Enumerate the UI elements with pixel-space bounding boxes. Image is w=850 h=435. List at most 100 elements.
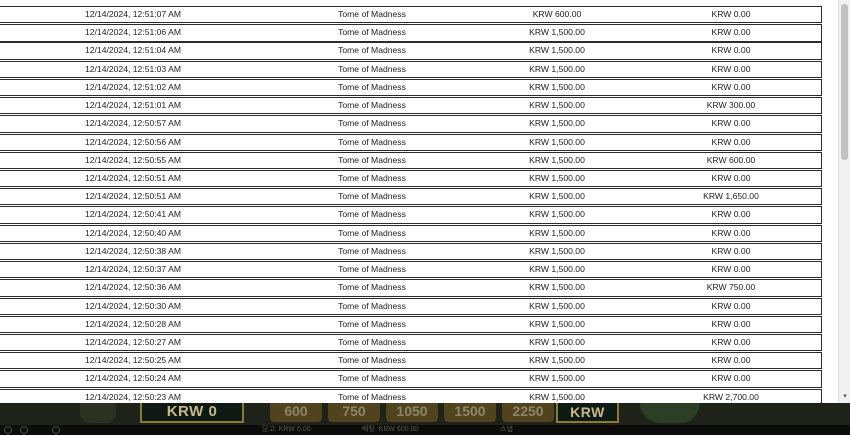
row-game-name: Tome of Madness: [338, 318, 406, 329]
row-game-name: Tome of Madness: [338, 100, 406, 111]
history-row[interactable]: 12/14/2024, 12:50:28 AM Tome of Madness KR…: [0, 315, 822, 334]
game-control-strip: KRW 0 600 750 1050 1500 2250 KRW 600: [0, 403, 850, 435]
row-win-amount: KRW 600.00: [706, 154, 756, 165]
row-game-name: Tome of Madness: [338, 282, 406, 293]
row-game-name: Tome of Madness: [338, 264, 406, 275]
row-win-amount: KRW 0.00: [711, 9, 751, 19]
row-game-name: Tome of Madness: [338, 391, 406, 402]
row-game-name: Tome of Madness: [338, 118, 406, 129]
row-timestamp: 12/14/2024, 12:50:51 AM: [84, 172, 182, 183]
menu-ornament-icon: [80, 403, 116, 423]
row-game-name: Tome of Madness: [338, 300, 406, 311]
row-win-amount: KRW 1,650.00: [703, 191, 759, 202]
row-timestamp: 12/14/2024, 12:50:56 AM: [84, 136, 182, 147]
row-game-name: Tome of Madness: [338, 336, 406, 347]
history-row[interactable]: 12/14/2024, 12:50:57 AM Tome of Madness KR…: [0, 115, 822, 133]
row-bet-amount: KRW 1,500.00: [529, 227, 585, 238]
row-win-amount: KRW 0.00: [711, 45, 751, 56]
row-win-amount: KRW 0.00: [711, 318, 751, 329]
row-timestamp: 12/14/2024, 12:50:23 AM: [84, 391, 182, 402]
bet-chip-strip: 600 750 1050 1500 2250: [270, 403, 560, 423]
row-timestamp: 12/14/2024, 12:50:40 AM: [84, 227, 182, 238]
history-row[interactable]: 12/14/2024, 12:50:38 AM Tome of Madness KR…: [0, 242, 822, 261]
row-win-amount: KRW 300.00: [706, 100, 756, 111]
row-bet-amount: KRW 1,500.00: [529, 100, 585, 111]
row-win-amount: KRW 0.00: [711, 63, 751, 74]
row-win-amount: KRW 0.00: [711, 264, 751, 275]
history-row[interactable]: 12/14/2024, 12:51:02 AM Tome of Madness KR…: [0, 78, 822, 97]
row-bet-amount: KRW 1,500.00: [529, 264, 585, 275]
row-win-amount: KRW 0.00: [711, 172, 751, 183]
row-timestamp: 12/14/2024, 12:51:04 AM: [84, 45, 182, 56]
bet-chip[interactable]: 1050: [386, 403, 438, 422]
row-bet-amount: KRW 1,500.00: [529, 282, 585, 293]
history-row[interactable]: 12/14/2024, 12:50:56 AM Tome of Madness KR…: [0, 133, 822, 151]
settings-icon[interactable]: [4, 426, 12, 434]
row-game-name: Tome of Madness: [338, 63, 406, 74]
history-row[interactable]: 12/14/2024, 12:50:27 AM Tome of Madness KR…: [0, 333, 822, 352]
row-timestamp: 12/14/2024, 12:51:01 AM: [84, 100, 182, 111]
row-win-amount: KRW 0.00: [711, 373, 751, 384]
history-row[interactable]: 12/14/2024, 12:51:03 AM Tome of Madness KR…: [0, 60, 822, 78]
bet-history-list[interactable]: 12/14/2024, 12:51:07 AM Tome of Madness KR…: [0, 0, 838, 403]
row-bet-amount: KRW 1,500.00: [529, 391, 585, 402]
history-row[interactable]: 12/14/2024, 12:51:01 AM Tome of Madness KR…: [0, 97, 822, 115]
row-bet-amount: KRW 1,500.00: [529, 336, 585, 347]
vertical-scrollbar[interactable]: ▾: [838, 0, 850, 403]
row-timestamp: 12/14/2024, 12:50:37 AM: [84, 264, 182, 275]
row-bet-amount: KRW 600.00: [532, 9, 582, 19]
row-timestamp: 12/14/2024, 12:51:02 AM: [84, 81, 182, 92]
row-bet-amount: KRW 1,500.00: [529, 45, 585, 56]
history-row[interactable]: 12/14/2024, 12:50:30 AM Tome of Madness KR…: [0, 297, 822, 315]
row-game-name: Tome of Madness: [338, 45, 406, 56]
row-bet-amount: KRW 1,500.00: [529, 355, 585, 366]
row-bet-amount: KRW 1,500.00: [529, 27, 585, 38]
footer-extra-text: 스냅: [500, 426, 513, 433]
scroll-down-arrow-icon[interactable]: ▾: [841, 393, 849, 401]
row-timestamp: 12/14/2024, 12:50:27 AM: [84, 336, 182, 347]
row-game-name: Tome of Madness: [338, 191, 406, 202]
row-bet-amount: KRW 1,500.00: [529, 136, 585, 147]
history-row[interactable]: 12/14/2024, 12:50:37 AM Tome of Madness KR…: [0, 261, 822, 279]
sound-icon[interactable]: [20, 426, 28, 434]
bet-chip[interactable]: 600: [270, 403, 322, 422]
row-timestamp: 12/14/2024, 12:50:51 AM: [84, 191, 182, 202]
row-timestamp: 12/14/2024, 12:50:41 AM: [84, 209, 182, 220]
row-timestamp: 12/14/2024, 12:50:30 AM: [84, 300, 182, 311]
bet-display: KRW 600: [556, 403, 619, 435]
history-row[interactable]: 12/14/2024, 12:51:04 AM Tome of Madness KR…: [0, 42, 822, 60]
row-bet-amount: KRW 1,500.00: [529, 318, 585, 329]
history-row[interactable]: 12/14/2024, 12:50:25 AM Tome of Madness KR…: [0, 352, 822, 370]
bet-chip[interactable]: 2250: [502, 403, 554, 422]
history-row[interactable]: 12/14/2024, 12:51:07 AM Tome of Madness KR…: [0, 6, 822, 24]
bet-chip[interactable]: 1500: [444, 403, 496, 422]
history-row[interactable]: 12/14/2024, 12:50:36 AM Tome of Madness KR…: [0, 279, 822, 297]
row-win-amount: KRW 2,700.00: [703, 391, 759, 402]
row-game-name: Tome of Madness: [338, 373, 406, 384]
row-bet-amount: KRW 1,500.00: [529, 300, 585, 311]
spin-button[interactable]: [640, 403, 700, 423]
history-row[interactable]: 12/14/2024, 12:50:24 AM Tome of Madness KR…: [0, 370, 822, 388]
row-win-amount: KRW 0.00: [711, 27, 751, 38]
balance-display: KRW 0: [140, 403, 244, 423]
row-game-name: Tome of Madness: [338, 172, 406, 183]
bet-chip[interactable]: 750: [328, 403, 380, 422]
footer-win-text: 당고: KRW 0.00: [262, 426, 311, 433]
history-rows: 12/14/2024, 12:51:07 AM Tome of Madness KR…: [0, 6, 822, 403]
history-row[interactable]: 12/14/2024, 12:50:40 AM Tome of Madness KR…: [0, 224, 822, 242]
row-game-name: Tome of Madness: [338, 81, 406, 92]
history-row[interactable]: 12/14/2024, 12:50:51 AM Tome of Madness KR…: [0, 169, 822, 188]
row-bet-amount: KRW 1,500.00: [529, 63, 585, 74]
row-win-amount: KRW 0.00: [711, 336, 751, 347]
footer-bet-text: 배팅: KRW 600.00: [362, 426, 419, 433]
history-row[interactable]: 12/14/2024, 12:50:51 AM Tome of Madness KR…: [0, 188, 822, 206]
history-row[interactable]: 12/14/2024, 12:50:41 AM Tome of Madness KR…: [0, 206, 822, 224]
game-panel-background: KRW 0 600 750 1050 1500 2250 KRW 600 당고: KRW…: [0, 403, 850, 435]
row-timestamp: 12/14/2024, 12:50:25 AM: [84, 355, 182, 366]
scrollbar-thumb[interactable]: [841, 4, 848, 160]
history-row[interactable]: 12/14/2024, 12:50:55 AM Tome of Madness KR…: [0, 151, 822, 170]
history-row[interactable]: 12/14/2024, 12:51:06 AM Tome of Madness KR…: [0, 24, 822, 42]
history-row[interactable]: 12/14/2024, 12:50:23 AM Tome of Madness KR…: [0, 388, 822, 403]
info-icon[interactable]: [52, 426, 60, 434]
row-timestamp: 12/14/2024, 12:50:24 AM: [84, 373, 182, 384]
